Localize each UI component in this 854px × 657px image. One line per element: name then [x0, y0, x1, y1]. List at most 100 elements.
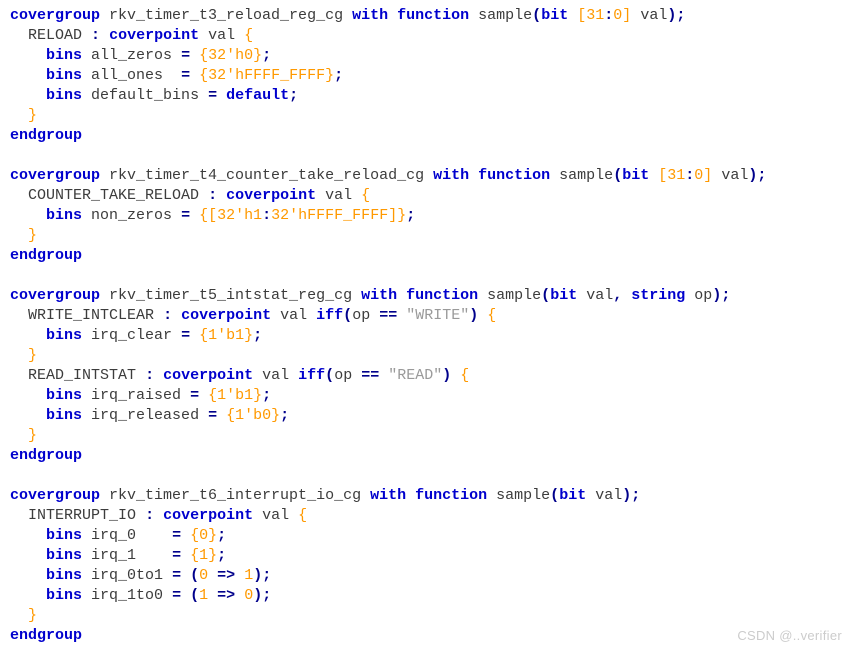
code-token: ; [721, 287, 731, 304]
code-line[interactable]: bins non_zeros = {[32'h1:32'hFFFF_FFFF]}… [10, 206, 854, 226]
code-line[interactable]: covergroup rkv_timer_t5_intstat_reg_cg w… [10, 286, 854, 306]
code-token: ; [217, 547, 227, 564]
code-token: COUNTER_TAKE_RELOAD [28, 187, 200, 204]
code-line[interactable]: } [10, 346, 854, 366]
code-token: 1'b0 [235, 407, 272, 424]
code-token: val [208, 27, 236, 44]
code-token: 1'b1 [217, 387, 254, 404]
code-token: : [262, 207, 272, 224]
code-token: } [271, 407, 281, 424]
code-blank-line[interactable] [10, 466, 854, 486]
code-token: function [397, 7, 470, 24]
code-token: 32'h0 [208, 47, 254, 64]
code-token: ( [325, 367, 335, 384]
code-token: sample [478, 7, 533, 24]
code-token: bins [46, 587, 83, 604]
code-token: ; [262, 387, 272, 404]
code-blank-line[interactable] [10, 146, 854, 166]
code-line[interactable]: } [10, 226, 854, 246]
code-line[interactable]: endgroup [10, 126, 854, 146]
code-token: { [226, 407, 236, 424]
code-token: sample [496, 487, 551, 504]
code-token: ; [262, 47, 272, 64]
code-token: } [325, 67, 335, 84]
code-token: 0 [199, 567, 209, 584]
code-token: , [613, 287, 623, 304]
code-line[interactable]: RELOAD : coverpoint val { [10, 26, 854, 46]
code-token: irq_clear [91, 327, 173, 344]
code-token: = [208, 407, 218, 424]
code-line[interactable]: bins irq_raised = {1'b1}; [10, 386, 854, 406]
code-blank-line[interactable] [10, 266, 854, 286]
code-line[interactable]: bins irq_1 = {1}; [10, 546, 854, 566]
code-line[interactable]: bins all_ones = {32'hFFFF_FFFF}; [10, 66, 854, 86]
code-line[interactable]: endgroup [10, 626, 854, 646]
code-line[interactable]: bins irq_clear = {1'b1}; [10, 326, 854, 346]
code-token: with [370, 487, 407, 504]
code-token: = [181, 327, 191, 344]
code-token: bit [541, 7, 569, 24]
code-token: ] [703, 167, 713, 184]
code-token: with [352, 7, 389, 24]
code-token: ) [469, 307, 479, 324]
code-token: } [253, 47, 263, 64]
code-token: { [190, 547, 200, 564]
code-line[interactable]: covergroup rkv_timer_t3_reload_reg_cg wi… [10, 6, 854, 26]
code-line[interactable]: } [10, 106, 854, 126]
code-token: val [595, 487, 623, 504]
code-token: all_ones [91, 67, 164, 84]
code-token: } [28, 227, 38, 244]
code-line[interactable]: bins all_zeros = {32'h0}; [10, 46, 854, 66]
code-token: ) [253, 567, 263, 584]
code-token: { [199, 327, 209, 344]
code-token: } [397, 207, 407, 224]
code-token: = [190, 387, 200, 404]
code-token: = [181, 67, 191, 84]
code-token: bins [46, 327, 83, 344]
code-token: = [172, 527, 182, 544]
code-token: ; [253, 327, 263, 344]
code-token: default_bins [91, 87, 200, 104]
code-token: endgroup [10, 127, 83, 144]
code-token: { [460, 367, 470, 384]
code-line[interactable]: bins default_bins = default; [10, 86, 854, 106]
code-token: [ [208, 207, 218, 224]
code-line[interactable]: } [10, 426, 854, 446]
code-token: val [262, 367, 290, 384]
code-token: = [172, 587, 182, 604]
code-token: } [253, 387, 263, 404]
code-token: all_zeros [91, 47, 173, 64]
code-line[interactable]: bins irq_1to0 = (1 => 0); [10, 586, 854, 606]
code-line[interactable]: INTERRUPT_IO : coverpoint val { [10, 506, 854, 526]
code-token: = [172, 547, 182, 564]
code-token: { [361, 187, 371, 204]
code-line[interactable]: WRITE_INTCLEAR : coverpoint val iff(op =… [10, 306, 854, 326]
code-line[interactable]: bins irq_released = {1'b0}; [10, 406, 854, 426]
code-line[interactable]: } [10, 606, 854, 626]
code-token: ; [262, 587, 272, 604]
code-line[interactable]: bins irq_0 = {0}; [10, 526, 854, 546]
code-token: { [487, 307, 497, 324]
code-line[interactable]: COUNTER_TAKE_RELOAD : coverpoint val { [10, 186, 854, 206]
code-token: [ [658, 167, 668, 184]
code-token: irq_0to1 [91, 567, 164, 584]
code-token: ; [757, 167, 767, 184]
code-token: 31 [667, 167, 686, 184]
code-block[interactable]: covergroup rkv_timer_t3_reload_reg_cg wi… [10, 6, 854, 646]
code-line[interactable]: endgroup [10, 246, 854, 266]
code-token: 1 [199, 587, 209, 604]
code-line[interactable]: bins irq_0to1 = (0 => 1); [10, 566, 854, 586]
code-token: coverpoint [163, 367, 254, 384]
code-token: function [406, 287, 479, 304]
code-token: op [334, 367, 353, 384]
code-token: bins [46, 527, 83, 544]
code-token: irq_released [91, 407, 200, 424]
code-token: ] [622, 7, 632, 24]
code-token: coverpoint [163, 507, 254, 524]
code-token: { [244, 27, 254, 44]
code-line[interactable]: READ_INTSTAT : coverpoint val iff(op == … [10, 366, 854, 386]
code-token: ; [676, 7, 686, 24]
code-line[interactable]: covergroup rkv_timer_t4_counter_take_rel… [10, 166, 854, 186]
code-line[interactable]: covergroup rkv_timer_t6_interrupt_io_cg … [10, 486, 854, 506]
code-line[interactable]: endgroup [10, 446, 854, 466]
